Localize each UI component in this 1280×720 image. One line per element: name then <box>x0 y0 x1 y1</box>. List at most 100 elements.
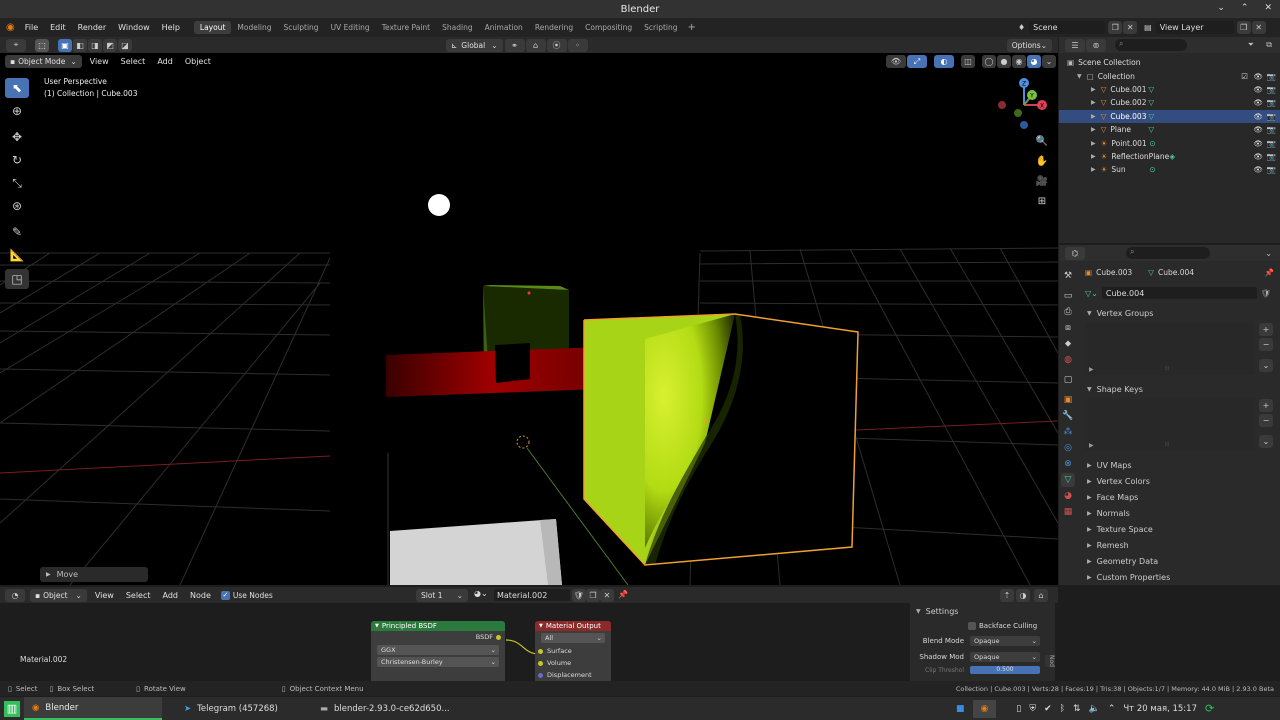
navigation-gizmo[interactable]: Z X Y <box>994 75 1054 135</box>
outliner-search-field[interactable]: ⌕ <box>1115 39 1187 51</box>
options-dropdown[interactable]: Options ⌄ <box>1006 39 1052 52</box>
proportional-edit-icon[interactable]: ◦ <box>567 39 588 52</box>
properties-search-field[interactable]: ⌕ <box>1126 247 1210 259</box>
workspace-tab-modeling[interactable]: Modeling <box>231 21 277 34</box>
pivot-icon[interactable]: ⚭ <box>504 39 525 52</box>
section-uv-maps[interactable]: ▶ UV Maps <box>1081 457 1278 473</box>
eye-icon[interactable]: 👁 <box>1253 139 1263 148</box>
workspace-tab-animation[interactable]: Animation <box>479 21 529 34</box>
shading-options-icon[interactable]: ⌄ <box>1042 55 1056 68</box>
overlay-toggle-icon[interactable]: ◐ <box>934 55 954 68</box>
list-filter-icon[interactable]: ▶ <box>1089 366 1094 373</box>
pin-icon[interactable]: 📌 <box>618 590 628 599</box>
filter-icon[interactable]: ⏷ <box>1248 40 1254 50</box>
section-face-maps[interactable]: ▶ Face Maps <box>1081 489 1278 505</box>
new-view-layer-icon[interactable]: ❐ <box>1236 21 1251 34</box>
camera-icon[interactable]: 📷 <box>1267 98 1276 107</box>
view-layer-icon[interactable]: ▤ <box>1144 23 1152 32</box>
add-cube-tool-icon[interactable]: ◳ <box>5 269 29 289</box>
outliner-row-object[interactable]: ▶ ☀ Sun ⊙ 👁 📷 <box>1059 163 1280 176</box>
list-resize-icon[interactable]: ⦙⦙⦙ <box>1165 365 1169 373</box>
modifiers-tab-icon[interactable]: 🔧 <box>1061 409 1075 423</box>
eye-icon[interactable]: 👁 <box>1253 85 1263 94</box>
chevron-down-icon[interactable]: ⌄ <box>1265 249 1272 258</box>
mesh-browse-icon[interactable]: ▽⌄ <box>1085 289 1098 298</box>
node-editor-type-icon[interactable]: ◔ <box>5 588 25 602</box>
viewport-menu-add[interactable]: Add <box>151 57 179 66</box>
physics-tab-icon[interactable]: ◎ <box>1061 441 1075 455</box>
mode-dropdown[interactable]: ▪ Object Mode ⌄ <box>5 55 82 68</box>
mesh-name-field[interactable]: Cube.004 <box>1101 287 1257 299</box>
output-socket[interactable] <box>496 634 501 640</box>
snap-target-icon[interactable]: ⦿ <box>546 39 567 52</box>
taskbar-app-blender[interactable]: ◉ Blender <box>24 697 162 720</box>
overlays-icon[interactable]: ◑ <box>1016 589 1030 602</box>
expand-icon[interactable]: ▼ <box>1077 73 1082 80</box>
outliner-row-scene-collection[interactable]: ▣ Scene Collection <box>1059 56 1280 69</box>
use-nodes-checkbox[interactable]: ✓ Use Nodes <box>220 590 273 600</box>
outliner-row-object[interactable]: ▶ ☀ Point.001 ⊙ 👁 📷 <box>1059 136 1280 149</box>
scene-icon[interactable]: ♦ <box>1018 23 1025 32</box>
remove-vertex-group-icon[interactable]: − <box>1259 338 1273 351</box>
list-filter-icon[interactable]: ▶ <box>1089 442 1094 449</box>
data-tab-icon[interactable]: ▽ <box>1061 473 1075 487</box>
cursor-tool-icon[interactable]: ⊕ <box>5 101 29 121</box>
eye-icon[interactable]: 👁 <box>1253 152 1263 161</box>
workspace-tab-texture-paint[interactable]: Texture Paint <box>376 21 436 34</box>
eye-icon[interactable]: 👁 <box>1253 98 1263 107</box>
clock[interactable]: Чт 20 мая, 15:17 <box>1123 704 1197 714</box>
menu-window[interactable]: Window <box>112 23 156 32</box>
eye-icon[interactable]: 👁 <box>1253 125 1263 134</box>
node-editor-canvas[interactable]: Material.002 ▼ Principled BSDF BSDF GGX ⌄ … <box>0 603 1058 681</box>
outliner-row-object[interactable]: ▶ ☀ ReflectionPlane ◈ 👁 📷 <box>1059 150 1280 163</box>
collection-tab-icon[interactable]: ▢ <box>1061 373 1075 387</box>
camera-icon[interactable]: 📷 <box>1267 112 1276 121</box>
principled-bsdf-node[interactable]: ▼ Principled BSDF BSDF GGX ⌄ Christensen-B… <box>371 621 505 681</box>
material-name-field[interactable]: Material.002 <box>494 589 570 601</box>
outliner-row-collection[interactable]: ▼ ▢ Collection ☑ 👁 📷 <box>1059 69 1280 82</box>
constraints-tab-icon[interactable]: ⊗ <box>1061 457 1075 471</box>
shading-rendered-icon[interactable]: ◕ <box>1027 55 1041 68</box>
snap-icon[interactable]: ⌂ <box>525 39 546 52</box>
shading-material-icon[interactable]: ◉ <box>1012 55 1026 68</box>
blender-tray-icon[interactable]: ◉ <box>972 699 997 718</box>
section-normals[interactable]: ▶ Normals <box>1081 505 1278 521</box>
node-menu-node[interactable]: Node <box>184 591 217 600</box>
section-texture-space[interactable]: ▶ Texture Space <box>1081 521 1278 537</box>
update-icon[interactable]: ⟳ <box>1205 702 1214 715</box>
perspective-toggle-icon[interactable]: ⊞ <box>1033 192 1051 210</box>
select-box-tool-icon[interactable]: ⬉ <box>5 78 29 98</box>
viewport-menu-object[interactable]: Object <box>179 57 217 66</box>
output-tab-icon[interactable]: ⎙ <box>1061 305 1075 319</box>
select-tool-icon[interactable]: ⬚ <box>35 38 49 52</box>
camera-icon[interactable]: 📷 <box>1267 72 1276 81</box>
fake-user-icon[interactable]: 🛡 <box>1261 289 1271 298</box>
distribution-dropdown[interactable]: GGX ⌄ <box>377 645 499 655</box>
select-intersect-icon[interactable]: ◪ <box>118 38 132 52</box>
minimize-icon[interactable]: ⌄ <box>1217 3 1225 13</box>
settings-section[interactable]: ▼ Settings <box>910 603 1055 619</box>
new-collection-icon[interactable]: ⧉ <box>1266 40 1272 50</box>
expand-icon[interactable]: ▶ <box>1091 153 1096 160</box>
shape-keys-list[interactable]: ⦙⦙⦙ ▶ <box>1085 399 1255 451</box>
volume-icon[interactable]: 🔈 <box>1089 704 1100 714</box>
new-scene-icon[interactable]: ❐ <box>1108 21 1123 34</box>
workspace-tab-compositing[interactable]: Compositing <box>579 21 638 34</box>
pin-icon[interactable]: 📌 <box>1265 268 1274 277</box>
shield-icon[interactable]: ⛨ <box>1029 704 1036 714</box>
add-vertex-group-icon[interactable]: + <box>1259 323 1273 336</box>
transform-tool-icon[interactable]: ⊛ <box>5 196 29 216</box>
checkbox-icon[interactable]: ☑ <box>1241 72 1248 81</box>
scene-tab-icon[interactable]: ⬥ <box>1061 337 1075 351</box>
viewport-menu-select[interactable]: Select <box>115 57 152 66</box>
view-layer-field[interactable]: View Layer <box>1155 21 1234 34</box>
section-remesh[interactable]: ▶ Remesh <box>1081 537 1278 553</box>
add-shape-key-icon[interactable]: + <box>1259 399 1273 412</box>
expand-icon[interactable]: ▶ <box>1091 166 1096 173</box>
camera-icon[interactable]: 📷 <box>1267 165 1276 174</box>
material-output-node[interactable]: ▼ Material Output All ⌄ Surface Volume Dis… <box>535 621 611 681</box>
camera-view-icon[interactable]: 🎥 <box>1033 172 1051 190</box>
move-tool-icon[interactable]: ✥ <box>5 127 29 147</box>
light-icon[interactable]: ⊙ <box>1149 165 1155 174</box>
output-target-dropdown[interactable]: All ⌄ <box>541 633 605 643</box>
